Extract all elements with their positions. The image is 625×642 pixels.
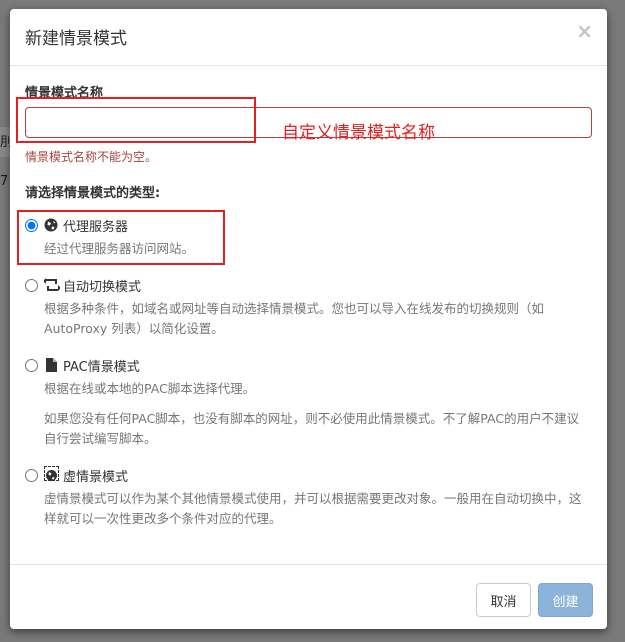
profile-name-error: 情景模式名称不能为空。 — [25, 150, 158, 164]
create-button[interactable]: 创建 — [538, 583, 593, 617]
annotation-box-proxy — [17, 210, 225, 265]
dialog-title: 新建情景模式 — [25, 29, 127, 49]
option-desc-pac: 根据在线或本地的PAC脚本选择代理。 — [44, 381, 256, 396]
annotation-box-name — [16, 97, 256, 143]
option-desc2-pac: 如果您没有任何PAC脚本，也没有脚本的网址，则不必使用此情景模式。不了解PAC的… — [44, 411, 580, 446]
option-title-auto-switch[interactable]: 自动切换模式 — [63, 276, 141, 295]
radio-auto-switch[interactable] — [25, 279, 38, 292]
radio-pac[interactable] — [25, 359, 38, 372]
dialog-header: 新建情景模式 × — [10, 9, 607, 66]
radio-virtual[interactable] — [25, 469, 38, 482]
option-desc-virtual: 虚情景模式可以作为某个其他情景模式使用，并可以根据需要更改对象。一般用在自动切换… — [44, 491, 582, 526]
background-snippet: 7 — [0, 174, 9, 189]
virtual-globe-icon — [44, 466, 59, 481]
retweet-icon — [43, 277, 61, 291]
option-title-virtual[interactable]: 虚情景模式 — [63, 466, 128, 485]
dialog-footer: 取消 创建 — [10, 564, 607, 630]
close-button[interactable]: × — [576, 21, 593, 41]
annotation-text-name: 自定义情景模式名称 — [282, 123, 435, 143]
option-title-pac[interactable]: PAC情景模式 — [63, 356, 140, 375]
cancel-button[interactable]: 取消 — [476, 583, 531, 617]
profile-type-label: 请选择情景模式的类型: — [25, 186, 161, 201]
file-icon — [46, 357, 57, 372]
new-profile-dialog: 新建情景模式 × 情景模式名称 自定义情景模式名称 情景模式名称不能为空。 请选… — [10, 9, 607, 629]
option-desc-auto-switch: 根据多种条件，如域名或网址等自动选择情景模式。您也可以导入在线发布的切换规则（如… — [44, 301, 545, 336]
